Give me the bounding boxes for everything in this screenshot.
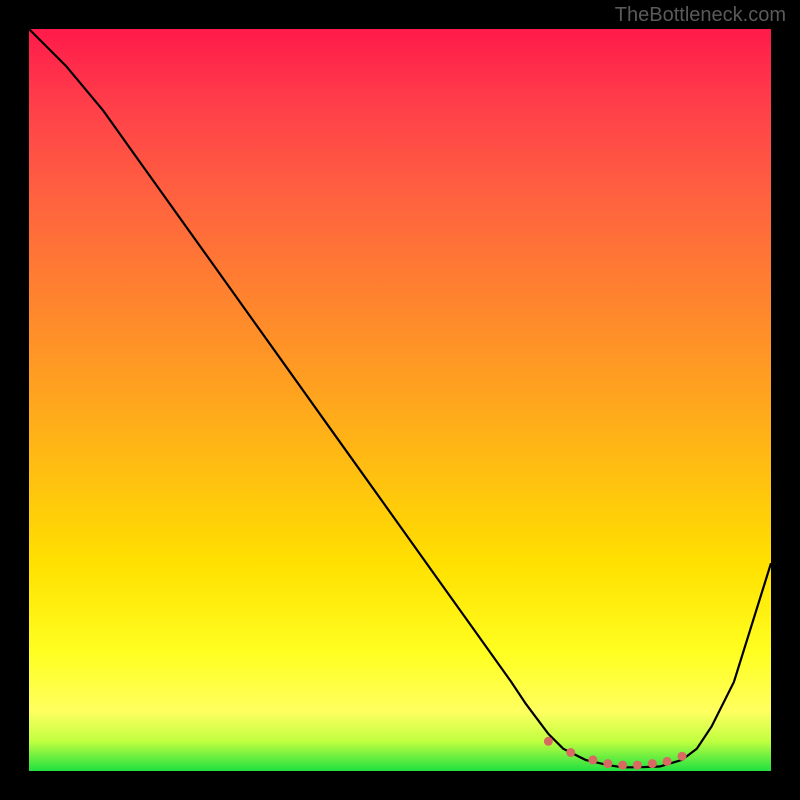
optimal-marker-dot	[618, 761, 627, 770]
optimal-marker-dot	[633, 761, 642, 770]
chart-svg	[29, 29, 771, 771]
watermark-text: TheBottleneck.com	[615, 4, 786, 27]
optimal-marker-dot	[663, 757, 672, 766]
optimal-marker-dot	[566, 748, 575, 757]
bottleneck-curve-line	[29, 29, 771, 767]
optimal-marker-dot	[678, 752, 687, 761]
optimal-marker-dot	[603, 759, 612, 768]
optimal-marker-dot	[544, 737, 553, 746]
optimal-marker-dot	[648, 759, 657, 768]
optimal-marker-dot	[588, 755, 597, 764]
optimal-range-dots	[544, 737, 687, 770]
